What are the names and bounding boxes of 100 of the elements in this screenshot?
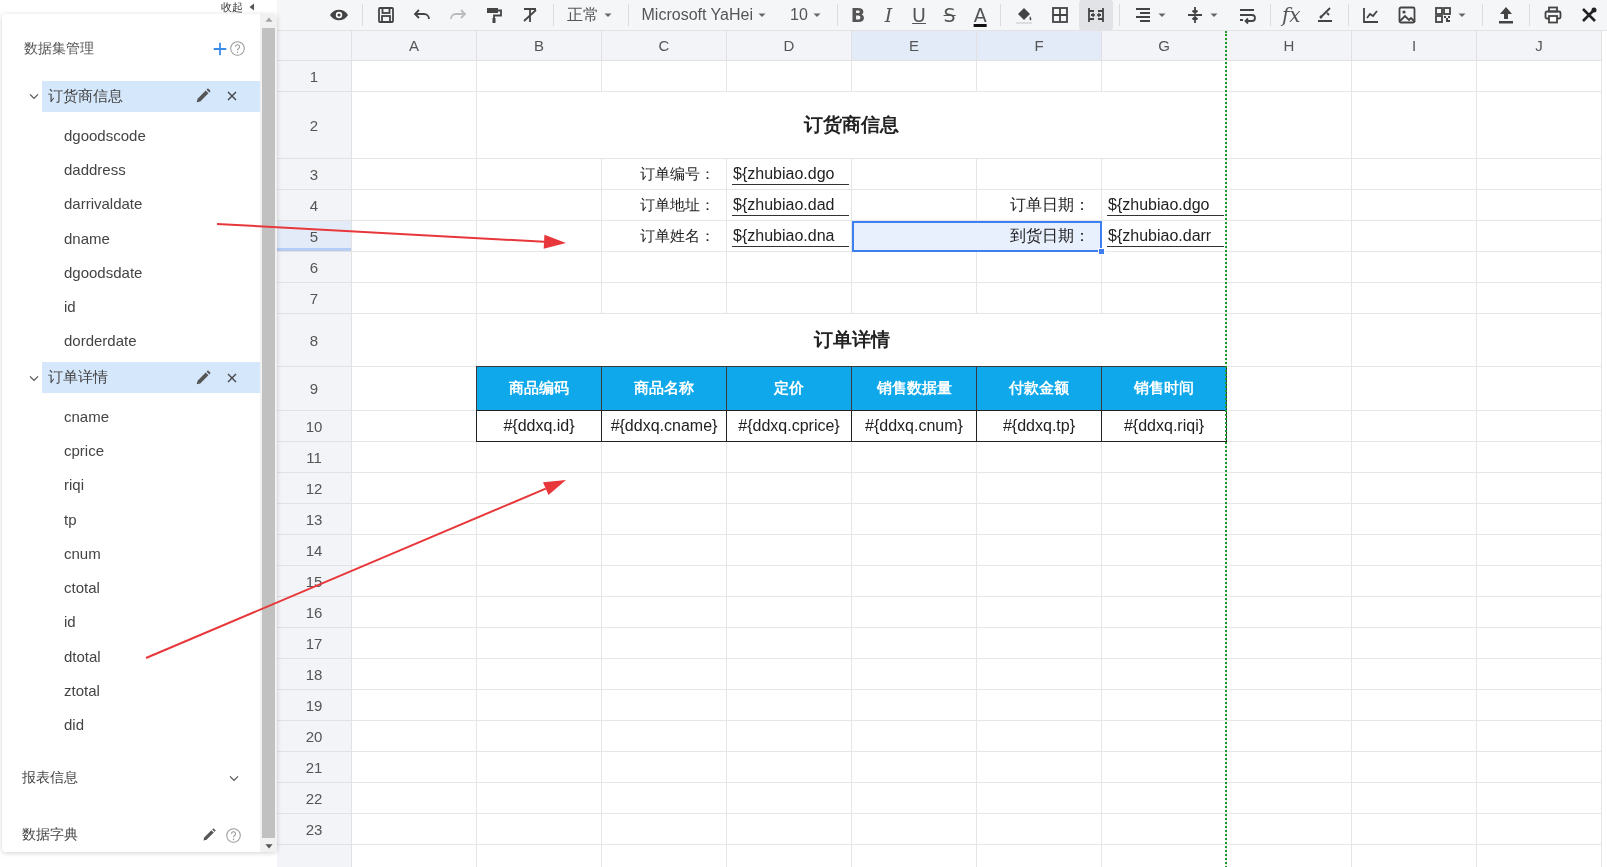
column-heading: 销售数据量 xyxy=(851,366,977,411)
merge-cells-icon xyxy=(1086,5,1107,25)
field-item[interactable]: tp xyxy=(2,501,260,537)
row-header[interactable]: 12 xyxy=(277,473,352,504)
italic-button[interactable]: I xyxy=(874,0,903,30)
column-heading: 销售时间 xyxy=(1101,366,1227,411)
row-header[interactable]: 11 xyxy=(277,442,352,473)
underline-button[interactable]: U xyxy=(904,0,934,30)
field-item[interactable]: cname xyxy=(2,399,260,434)
column-header[interactable]: C xyxy=(602,31,727,61)
column-header[interactable]: D xyxy=(727,31,852,61)
row-header[interactable]: 18 xyxy=(277,659,352,690)
field-item[interactable]: cprice xyxy=(2,433,260,468)
column-heading: 商品名称 xyxy=(601,366,727,411)
merge-cells-button[interactable] xyxy=(1079,0,1114,30)
table-cell[interactable]: #{ddxq.id} xyxy=(476,410,602,442)
collapse-button[interactable]: 收起 xyxy=(221,1,243,13)
pencil-icon[interactable] xyxy=(201,827,217,843)
scrollbar-thumb[interactable] xyxy=(262,28,275,838)
borders-icon[interactable] xyxy=(1050,5,1071,25)
table-cell[interactable]: 订单编号： xyxy=(602,159,727,190)
row-header[interactable]: 7 xyxy=(277,283,352,314)
printer-icon[interactable] xyxy=(1543,5,1564,25)
panel-title: 数据集管理 xyxy=(24,40,95,58)
row-header[interactable]: 19 xyxy=(277,690,352,721)
font-size-dropdown[interactable]: 10 xyxy=(783,0,831,30)
field-item[interactable]: dorderdate xyxy=(2,323,260,359)
row-header[interactable]: 3 xyxy=(277,159,352,190)
qr-code-icon[interactable] xyxy=(1433,5,1454,25)
row-header[interactable]: 2 xyxy=(277,92,352,159)
save-icon[interactable] xyxy=(375,5,396,25)
field-item[interactable]: id xyxy=(2,604,260,640)
table-cell[interactable]: #{ddxq.cprice} xyxy=(726,410,852,442)
style-dropdown[interactable]: 正常 xyxy=(559,0,622,30)
table-cell[interactable]: #{ddxq.cnum} xyxy=(851,410,977,442)
paint-bucket-icon[interactable] xyxy=(1014,5,1035,25)
template-field: ${zhubiao.dgo xyxy=(1107,195,1224,216)
help-icon[interactable] xyxy=(225,826,242,844)
column-header[interactable]: A xyxy=(352,31,477,61)
row-header[interactable]: 8 xyxy=(277,314,352,367)
field-item[interactable]: daddress xyxy=(2,152,260,187)
template-field: ${zhubiao.dgo xyxy=(732,164,849,185)
strikethrough-button[interactable]: S xyxy=(935,0,964,30)
row-header[interactable]: 14 xyxy=(277,535,352,566)
row-header[interactable]: 23 xyxy=(277,814,352,845)
column-header[interactable]: H xyxy=(1227,31,1352,61)
table-cell[interactable]: #{ddxq.tp} xyxy=(976,410,1102,442)
table-cell[interactable]: 到货日期： xyxy=(852,221,1102,252)
field-item[interactable]: riqi xyxy=(2,467,260,502)
row-header[interactable]: 6 xyxy=(277,252,352,283)
field-item[interactable]: ctotal xyxy=(2,570,260,605)
plus-icon[interactable] xyxy=(211,40,229,58)
row-header[interactable]: 17 xyxy=(277,628,352,659)
field-item[interactable]: dgoodsdate xyxy=(2,255,260,290)
column-header[interactable]: G xyxy=(1102,31,1227,61)
field-item[interactable]: dgoodscode xyxy=(2,118,260,153)
field-item[interactable]: id xyxy=(2,289,260,324)
section-header[interactable]: 报表信息 xyxy=(22,769,226,787)
font-dropdown[interactable]: Microsoft YaHei xyxy=(634,0,776,30)
section-header[interactable]: 数据字典 xyxy=(22,826,201,844)
bold-button[interactable]: B xyxy=(843,0,873,30)
column-header[interactable]: E xyxy=(852,31,977,61)
formula-button[interactable]: fx xyxy=(1276,0,1306,30)
row-header[interactable]: 9 xyxy=(277,367,352,411)
column-heading: 付款金额 xyxy=(976,366,1102,411)
column-header[interactable]: F xyxy=(977,31,1102,61)
table-cell[interactable]: 订单地址： xyxy=(602,190,727,221)
row-header[interactable]: 1 xyxy=(277,61,352,92)
table-cell[interactable]: 订单姓名： xyxy=(602,221,727,252)
table-cell[interactable]: #{ddxq.cname} xyxy=(601,410,727,442)
dataset-item[interactable]: 订单详情 xyxy=(42,362,260,394)
dataset-item[interactable]: 订货商信息 xyxy=(42,81,260,112)
field-item[interactable]: ztotal xyxy=(2,673,260,708)
field-item[interactable]: dtotal xyxy=(2,639,260,674)
fill-handle[interactable] xyxy=(1098,248,1105,255)
row-header[interactable]: 13 xyxy=(277,504,352,535)
column-header[interactable]: B xyxy=(477,31,602,61)
row-header[interactable]: 21 xyxy=(277,752,352,783)
row-header[interactable]: 22 xyxy=(277,783,352,814)
table-cell[interactable]: #{ddxq.riqi} xyxy=(1101,410,1227,442)
row-header[interactable]: 5 xyxy=(277,221,352,252)
field-item[interactable]: did xyxy=(2,707,260,743)
font-color-button[interactable]: A xyxy=(965,0,995,30)
column-heading: 商品编码 xyxy=(476,366,602,411)
image-icon[interactable] xyxy=(1397,5,1418,25)
field-item[interactable]: darrivaldate xyxy=(2,186,260,221)
field-item[interactable]: cnum xyxy=(2,536,260,571)
row-header[interactable]: 20 xyxy=(277,721,352,752)
column-header[interactable]: J xyxy=(1477,31,1602,61)
pencil-icon[interactable] xyxy=(194,368,212,387)
help-icon[interactable] xyxy=(229,40,246,58)
template-field: ${zhubiao.darr xyxy=(1107,226,1224,247)
column-heading: 定价 xyxy=(726,366,852,411)
row-header[interactable]: 10 xyxy=(277,411,352,442)
row-header[interactable]: 16 xyxy=(277,597,352,628)
triangle-icon xyxy=(247,2,257,12)
row-header[interactable]: 4 xyxy=(277,190,352,221)
table-cell[interactable]: 订单日期： xyxy=(852,190,1102,221)
column-header[interactable]: I xyxy=(1352,31,1477,61)
field-item[interactable]: dname xyxy=(2,220,260,256)
